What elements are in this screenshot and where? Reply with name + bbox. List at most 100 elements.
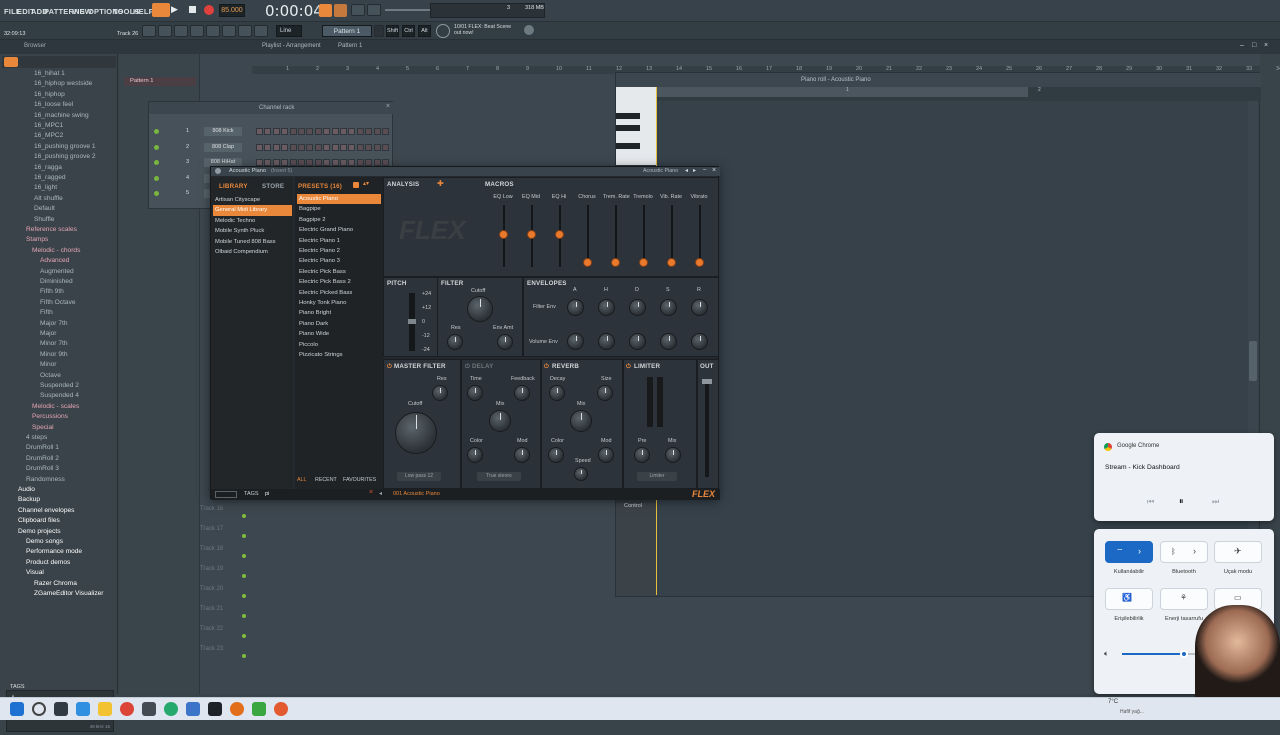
preset-item[interactable]: Bagpipe 2 bbox=[297, 215, 381, 225]
gear-icon[interactable] bbox=[215, 168, 221, 174]
preset-item[interactable]: Pizzicato Strings bbox=[297, 350, 381, 360]
browser-item[interactable]: 16_pushing groove 1 bbox=[0, 142, 118, 152]
channel-name-button[interactable]: 808 Kick bbox=[204, 127, 242, 136]
envelope-knob[interactable] bbox=[691, 299, 708, 316]
preset-item[interactable]: Electric Picked Bass bbox=[297, 288, 381, 298]
library-item[interactable]: Melodic Techno bbox=[213, 216, 292, 226]
browser-item[interactable]: Fifth Octave bbox=[0, 298, 118, 308]
browser-item[interactable]: Octave bbox=[0, 371, 118, 381]
filter-cutoff-knob[interactable] bbox=[467, 296, 493, 322]
library-item[interactable]: Olbaid Compendium bbox=[213, 247, 292, 257]
start-icon[interactable] bbox=[10, 702, 24, 716]
maximize-icon[interactable]: □ bbox=[1252, 42, 1256, 49]
tags-button[interactable]: TAGS bbox=[244, 491, 259, 497]
flex-titlebar[interactable]: Acoustic Piano (Insert 5) Acoustic Piano… bbox=[211, 167, 720, 176]
browser-item[interactable]: 16_hiphop bbox=[0, 90, 118, 100]
browser-item[interactable]: Fifth 9th bbox=[0, 287, 118, 297]
browser-item[interactable]: Advanced bbox=[0, 256, 118, 266]
browser-item[interactable]: Percussions bbox=[0, 412, 118, 422]
browser-item[interactable]: Reference scales bbox=[0, 225, 118, 235]
step-button[interactable] bbox=[356, 143, 364, 151]
step-button[interactable] bbox=[323, 143, 331, 151]
step-button[interactable] bbox=[298, 128, 305, 135]
blend-button[interactable] bbox=[367, 4, 381, 16]
step-button[interactable] bbox=[340, 159, 347, 166]
save-preset-icon[interactable] bbox=[353, 182, 359, 188]
envelope-knob[interactable] bbox=[567, 333, 584, 350]
library-item[interactable]: General Midi Library bbox=[213, 205, 292, 216]
browser-button[interactable] bbox=[206, 25, 220, 37]
preset-prev-icon[interactable]: ◂ bbox=[379, 490, 382, 497]
ruler-loop-region[interactable] bbox=[656, 87, 1028, 97]
browser-item[interactable]: 4 steps bbox=[0, 433, 118, 443]
countdown-button[interactable] bbox=[334, 4, 347, 17]
step-button[interactable] bbox=[256, 128, 263, 135]
app-icon-2[interactable] bbox=[186, 702, 200, 716]
minimize-icon[interactable]: – bbox=[1240, 42, 1244, 49]
play-button[interactable]: ▶ bbox=[171, 4, 183, 16]
browser-item[interactable]: Demo songs bbox=[0, 537, 118, 547]
reverb-mod-knob[interactable] bbox=[598, 447, 614, 463]
step-button[interactable] bbox=[331, 143, 339, 151]
macro-slider-handle[interactable] bbox=[667, 258, 676, 267]
macro-slider-handle[interactable] bbox=[555, 230, 564, 239]
app-icon-5[interactable] bbox=[252, 702, 266, 716]
track-mute-led[interactable] bbox=[242, 654, 246, 658]
step-button[interactable] bbox=[382, 159, 389, 166]
task-view-icon[interactable] bbox=[54, 702, 68, 716]
app-icon-1[interactable] bbox=[142, 702, 156, 716]
channel-name-button[interactable]: 808 Clap bbox=[204, 142, 242, 152]
macro-slider-handle[interactable] bbox=[583, 258, 592, 267]
delay-time-knob[interactable] bbox=[467, 385, 483, 401]
step-button[interactable] bbox=[382, 128, 389, 135]
browser-item[interactable]: 16_MPC2 bbox=[0, 131, 118, 141]
browser-item[interactable]: ZGameEditor Visualizer bbox=[0, 589, 118, 599]
step-button[interactable] bbox=[289, 128, 297, 135]
browser-item[interactable]: Backup bbox=[0, 495, 118, 505]
envelope-knob[interactable] bbox=[629, 299, 646, 316]
filter-recent-tab[interactable]: RECENT bbox=[315, 477, 337, 483]
track-mute-led[interactable] bbox=[242, 574, 246, 578]
master-filter-power-icon[interactable]: ⏻ bbox=[387, 363, 392, 371]
next-arrow-icon[interactable]: ▸ bbox=[693, 167, 696, 174]
step-button[interactable] bbox=[348, 128, 356, 135]
channel-rack-close-icon[interactable]: × bbox=[386, 103, 390, 110]
metronome-button[interactable] bbox=[319, 4, 332, 17]
true-stereo-button[interactable]: True stereo bbox=[477, 472, 521, 481]
airplane-tile[interactable]: ✈ bbox=[1214, 541, 1262, 563]
browser-item[interactable]: Demo projects bbox=[0, 527, 118, 537]
snap-icon[interactable] bbox=[238, 25, 252, 37]
step-button[interactable] bbox=[264, 159, 272, 166]
edge-icon[interactable] bbox=[76, 702, 90, 716]
envelope-knob[interactable] bbox=[660, 333, 677, 350]
macro-slider-handle[interactable] bbox=[695, 258, 704, 267]
browser-item[interactable]: Suspended 4 bbox=[0, 391, 118, 401]
browser-item[interactable]: Fifth bbox=[0, 308, 118, 318]
delay-mod-knob[interactable] bbox=[514, 447, 530, 463]
browser-item[interactable]: 16_light bbox=[0, 183, 118, 193]
pattern-selector[interactable]: Pattern 1 bbox=[322, 25, 372, 37]
step-button[interactable] bbox=[289, 159, 297, 166]
output-volume-slider[interactable] bbox=[702, 379, 712, 477]
browser-item[interactable]: Razer Chroma bbox=[0, 579, 118, 589]
preset-item[interactable]: Piano Wide bbox=[297, 329, 381, 339]
sort-icon[interactable]: ▴▾ bbox=[363, 180, 369, 187]
step-button[interactable] bbox=[306, 128, 314, 135]
reverb-decay-knob[interactable] bbox=[549, 385, 565, 401]
browser-item[interactable]: Special bbox=[0, 423, 118, 433]
step-button[interactable] bbox=[314, 143, 322, 151]
pat-song-toggle[interactable] bbox=[152, 3, 170, 17]
step-button[interactable] bbox=[323, 159, 331, 166]
preset-search-input[interactable]: pi bbox=[265, 491, 269, 497]
channel-mute-led[interactable] bbox=[154, 191, 159, 196]
step-button[interactable] bbox=[365, 128, 373, 135]
piano-keyboard[interactable] bbox=[616, 87, 656, 165]
browser-item[interactable]: Major 7th bbox=[0, 319, 118, 329]
browser-item[interactable]: Minor bbox=[0, 360, 118, 370]
plugin-picker-button[interactable] bbox=[222, 25, 236, 37]
next-track-icon[interactable]: ⏭ bbox=[1212, 497, 1219, 507]
preset-item[interactable]: Piano Bright bbox=[297, 308, 381, 318]
step-button[interactable] bbox=[272, 159, 280, 166]
whatsapp-icon[interactable] bbox=[164, 702, 178, 716]
delay-mix-knob[interactable] bbox=[489, 410, 511, 432]
